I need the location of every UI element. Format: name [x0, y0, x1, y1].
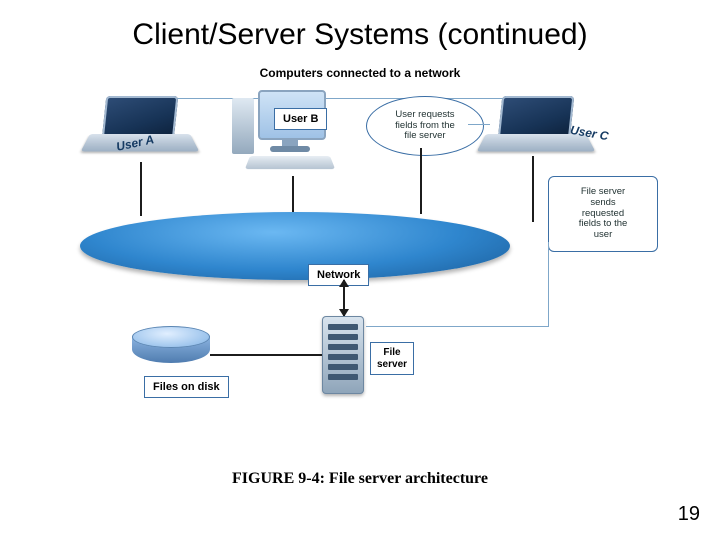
connector-arrow: [343, 280, 345, 316]
slide-title: Client/Server Systems (continued): [0, 18, 720, 52]
callout-connector: [548, 242, 549, 327]
callout-connector: [366, 326, 548, 327]
file-server-label: File server: [370, 342, 414, 375]
connector: [210, 354, 322, 356]
network-icon: [80, 212, 510, 280]
figure-caption: FIGURE 9-4: File server architecture: [0, 470, 720, 488]
response-callout-text: File server sends requested fields to th…: [579, 187, 628, 242]
request-callout-text: User requests fields from the file serve…: [395, 110, 455, 143]
diagram-subtitle: Computers connected to a network: [0, 66, 720, 80]
connector: [532, 156, 534, 222]
request-callout: User requests fields from the file serve…: [366, 96, 484, 156]
user-a-laptop-icon: [90, 96, 190, 166]
response-callout: File server sends requested fields to th…: [548, 176, 658, 252]
connector: [420, 148, 422, 214]
user-b-desktop-icon: [226, 90, 356, 190]
callout-connector: [468, 124, 490, 125]
files-on-disk-label: Files on disk: [144, 376, 229, 398]
file-server-icon: [322, 316, 364, 394]
connector: [292, 176, 294, 216]
connector: [140, 162, 142, 216]
disk-icon: [132, 326, 210, 370]
user-b-label: User B: [274, 108, 327, 130]
diagram: User A User B User C User requests field…: [70, 80, 650, 420]
page-number: 19: [678, 503, 700, 526]
